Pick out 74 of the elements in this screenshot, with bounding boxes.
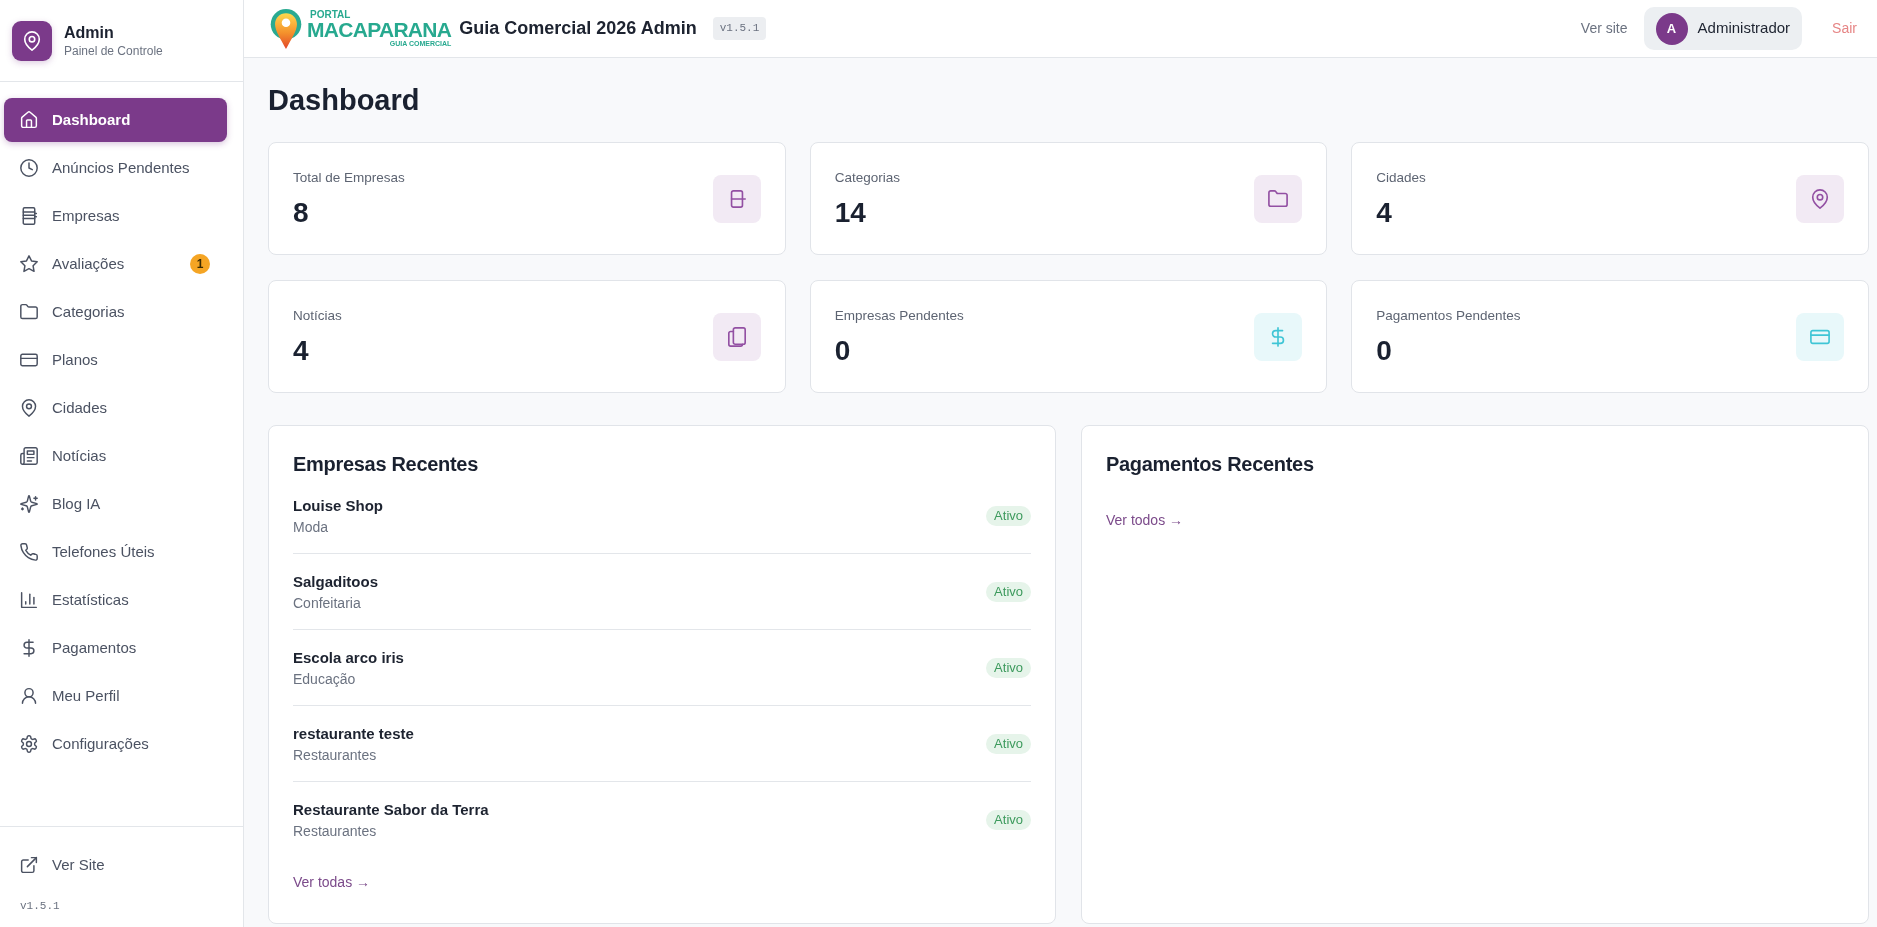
- status-badge: Ativo: [986, 810, 1031, 830]
- company-name: restaurante teste: [293, 724, 414, 744]
- view-site-link[interactable]: Ver site: [1580, 18, 1628, 39]
- credit-card-icon: [20, 351, 38, 369]
- brand-title: Admin: [64, 22, 115, 43]
- version-text: v1.5.1: [20, 899, 60, 914]
- company-category: Restaurantes: [293, 746, 378, 765]
- stat-label: Pagamentos Pendentes: [1376, 306, 1521, 325]
- map-pin-icon: [20, 399, 38, 417]
- folder-icon: [20, 303, 38, 321]
- stat-value: 8: [293, 195, 310, 230]
- user-menu-button[interactable]: A Administrador: [1643, 7, 1803, 50]
- dollar-icon: [20, 639, 38, 657]
- company-name: Salgaditoos: [293, 572, 378, 592]
- stat-value: 4: [293, 333, 310, 368]
- company-name: Escola arco iris: [293, 648, 404, 668]
- card-title: Empresas Recentes: [293, 452, 479, 477]
- view-all-link[interactable]: Ver todos →: [1106, 510, 1184, 530]
- nav-item[interactable]: Avaliações 1: [4, 242, 227, 286]
- view-site-link[interactable]: Ver Site: [4, 843, 227, 887]
- user-avatar: A: [1655, 12, 1688, 45]
- nav-item[interactable]: Dashboard: [4, 98, 227, 142]
- count-badge: 1: [190, 254, 210, 274]
- external-link-icon: [20, 856, 38, 874]
- newspaper-icon: [20, 447, 38, 465]
- stat-label: Notícias: [293, 306, 342, 325]
- nav-item[interactable]: Telefones Úteis: [4, 530, 227, 574]
- page-title: Dashboard: [268, 83, 421, 118]
- company-category: Educação: [293, 670, 357, 689]
- card-title: Pagamentos Recentes: [1106, 452, 1315, 477]
- status-badge: Ativo: [986, 582, 1031, 602]
- phone-icon: [20, 543, 38, 561]
- nav-item[interactable]: Planos: [4, 338, 227, 382]
- building-icon: [20, 207, 38, 225]
- logo-wordmark: MACAPARANA: [307, 19, 452, 40]
- status-badge: Ativo: [986, 506, 1031, 526]
- nav-item[interactable]: Empresas: [4, 194, 227, 238]
- company-category: Restaurantes: [293, 822, 378, 841]
- nav-item[interactable]: Notícias: [4, 434, 227, 478]
- stat-label: Total de Empresas: [293, 168, 405, 187]
- clock-icon: [20, 159, 38, 177]
- star-icon: [20, 255, 38, 273]
- nav-item[interactable]: Cidades: [4, 386, 227, 430]
- company-category: Moda: [293, 518, 330, 537]
- brand-subtitle: Painel de Controle: [64, 42, 163, 59]
- nav-item[interactable]: Estatísticas: [4, 578, 227, 622]
- stat-label: Cidades: [1376, 168, 1426, 187]
- logo-small-text: PORTAL: [310, 9, 351, 20]
- home-icon: [20, 111, 38, 129]
- stat-label: Categorias: [834, 168, 900, 187]
- nav-item[interactable]: Blog IA: [4, 482, 227, 526]
- status-badge: Ativo: [986, 658, 1031, 678]
- nav-item[interactable]: Meu Perfil: [4, 674, 227, 718]
- stat-value: 4: [1376, 195, 1393, 230]
- stat-value: 0: [834, 333, 852, 368]
- status-badge: Ativo: [986, 734, 1031, 754]
- nav-item[interactable]: Anúncios Pendentes: [4, 146, 227, 190]
- company-category: Confeitaria: [293, 594, 362, 613]
- stat-value: 14: [834, 195, 867, 230]
- map-pin-logo-icon: [12, 20, 52, 61]
- stat-label: Empresas Pendentes: [834, 306, 964, 325]
- version-label: v1.5.1: [712, 17, 767, 40]
- view-all-link[interactable]: Ver todas →: [293, 872, 371, 892]
- company-name: Louise Shop: [293, 496, 383, 516]
- sparkle-icon: [20, 495, 38, 513]
- nav-item[interactable]: Categorias: [4, 290, 227, 334]
- nav-item[interactable]: Configurações: [4, 722, 227, 766]
- bar-chart-icon: [20, 591, 38, 609]
- stat-value: 0: [1376, 333, 1393, 368]
- user-icon: [20, 687, 38, 705]
- company-name: Restaurante Sabor da Terra: [293, 800, 489, 820]
- settings-icon: [20, 735, 38, 753]
- nav-item[interactable]: Pagamentos: [4, 626, 227, 670]
- app-title: Guia Comercial 2026 Admin: [459, 17, 697, 40]
